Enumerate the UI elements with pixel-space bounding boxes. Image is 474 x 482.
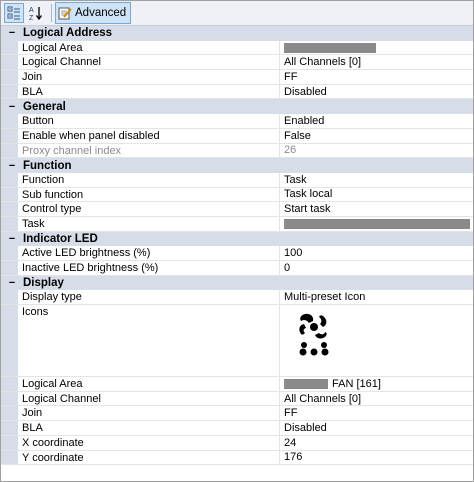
property-value[interactable]: Disabled [280,85,473,99]
property-row-enable-when-panel-disabled[interactable]: Enable when panel disabled False [1,128,473,144]
property-value-display-logical-area[interactable]: FAN [161] [280,377,473,391]
property-value-task[interactable] [280,217,473,231]
property-name: Sub function [18,187,280,202]
property-value-logical-area[interactable] [280,41,473,55]
property-name: Join [18,406,280,421]
category-title: Function [23,159,72,172]
property-name: Join [18,70,280,84]
property-value[interactable]: 24 [280,436,473,450]
property-value[interactable]: 176 [280,451,473,465]
property-value[interactable]: All Channels [0] [280,392,473,406]
collapse-toggle-icon[interactable]: − [7,26,17,40]
property-value[interactable]: Multi-preset Icon [280,290,473,304]
property-row-inactive-led-brightness[interactable]: Inactive LED brightness (%) 0 [1,261,473,276]
property-value[interactable]: Disabled [280,421,473,435]
property-name: Icons [18,305,280,378]
property-row-join[interactable]: Join FF [1,70,473,85]
property-row-function[interactable]: Function Task [1,172,473,188]
property-row-y-coordinate[interactable]: Y coordinate 176 [1,450,473,466]
alphabetical-sort-icon: A Z [29,7,43,21]
redacted-value [284,42,376,53]
property-name: Button [18,114,280,128]
collapse-toggle-icon[interactable]: − [7,159,17,173]
property-grid-window: A Z Advanced − Logical Address Logical A… [0,0,474,482]
property-row-icons[interactable]: Icons [1,305,473,378]
property-row-display-join[interactable]: Join FF [1,406,473,422]
categorized-icon [7,6,20,20]
property-name: Enable when panel disabled [18,128,280,143]
collapse-toggle-icon[interactable]: − [7,276,17,290]
property-row-active-led-brightness[interactable]: Active LED brightness (%) 100 [1,246,473,261]
property-value[interactable]: Task local [280,188,473,202]
property-row-sub-function[interactable]: Sub function Task local [1,187,473,203]
property-row-logical-channel[interactable]: Logical Channel All Channels [0] [1,55,473,71]
property-row-x-coordinate[interactable]: X coordinate 24 [1,435,473,451]
property-name: Proxy channel index [18,143,280,158]
property-row-button[interactable]: Button Enabled [1,114,473,129]
property-grid-toolbar: A Z Advanced [1,1,473,26]
property-row-proxy-channel-index: Proxy channel index 26 [1,143,473,159]
property-value[interactable]: Start task [280,202,473,216]
property-value[interactable]: FF [280,406,473,420]
redacted-value [284,378,328,389]
property-row-display-logical-channel[interactable]: Logical Channel All Channels [0] [1,391,473,407]
toolbar-separator [51,4,52,22]
property-name: Logical Area [18,40,280,55]
collapse-toggle-icon[interactable]: − [7,232,17,246]
advanced-button[interactable]: Advanced [55,2,132,24]
property-name: BLA [18,84,280,99]
category-general[interactable]: − General [1,99,473,115]
property-value-icons[interactable] [280,305,473,376]
svg-text:A: A [29,7,34,14]
property-value[interactable]: All Channels [0] [280,55,473,69]
property-row-logical-area[interactable]: Logical Area [1,40,473,56]
property-row-display-bla[interactable]: BLA Disabled [1,421,473,436]
svg-text:Z: Z [29,15,34,21]
property-value[interactable]: False [280,129,473,143]
property-value: 26 [284,144,297,157]
notepad-edit-icon [58,7,72,20]
category-title: Logical Address [23,27,113,40]
property-name: Function [18,172,280,187]
categorized-button[interactable] [4,3,24,23]
alphabetical-button[interactable]: A Z [26,3,46,23]
category-title: Display [23,277,64,290]
property-value[interactable]: 100 [280,246,473,260]
property-value[interactable]: FF [280,70,473,84]
redacted-value [284,218,470,229]
property-name: BLA [18,421,280,435]
fan-icon [299,313,329,356]
property-row-control-type[interactable]: Control type Start task [1,202,473,217]
category-title: General [23,100,66,113]
property-name: Display type [18,290,280,305]
property-name: Y coordinate [18,450,280,465]
category-display[interactable]: − Display [1,275,473,291]
property-value[interactable]: Task [280,173,473,187]
collapse-toggle-icon[interactable]: − [7,100,17,114]
property-row-task[interactable]: Task [1,216,473,232]
property-row-display-type[interactable]: Display type Multi-preset Icon [1,290,473,306]
property-value: FAN [161] [332,377,381,390]
property-name: Logical Area [18,377,280,391]
property-name: Inactive LED brightness (%) [18,261,280,275]
property-name: X coordinate [18,435,280,450]
property-name: Logical Channel [18,55,280,70]
category-title: Indicator LED [23,232,98,245]
category-function[interactable]: − Function [1,158,473,173]
property-name: Active LED brightness (%) [18,246,280,260]
property-value[interactable]: Enabled [280,114,473,128]
category-indicator-led[interactable]: − Indicator LED [1,231,473,247]
property-name: Logical Channel [18,391,280,406]
property-name: Control type [18,202,280,216]
category-logical-address[interactable]: − Logical Address [1,26,473,41]
property-row-display-logical-area[interactable]: Logical Area FAN [161] [1,377,473,392]
property-grid: − Logical Address Logical Area Logical C… [1,26,473,466]
property-name: Task [18,216,280,231]
advanced-label: Advanced [75,7,127,19]
property-row-bla[interactable]: BLA Disabled [1,84,473,100]
property-value[interactable]: 0 [280,261,473,275]
